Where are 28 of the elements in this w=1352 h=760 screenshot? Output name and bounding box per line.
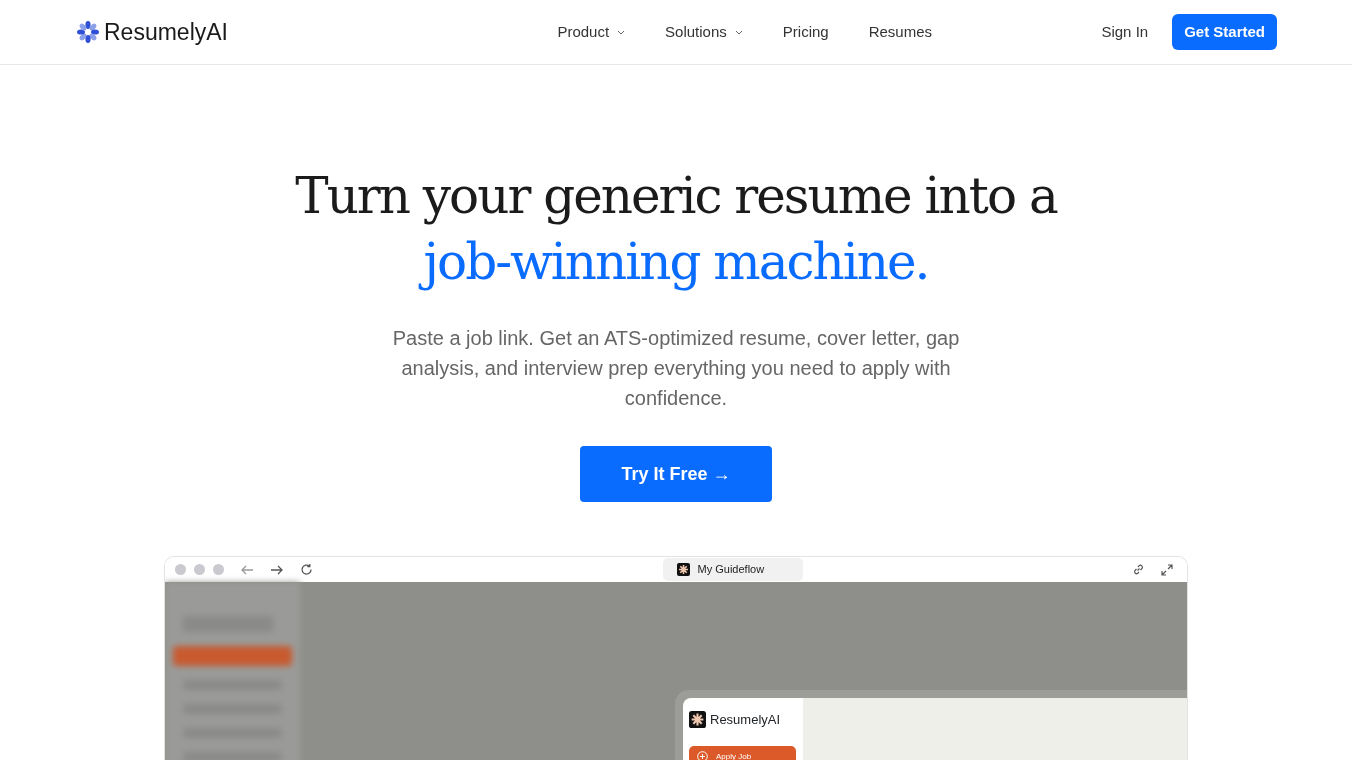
chevron-down-icon [617,29,626,35]
nav-link[interactable]: Resumes [868,20,933,44]
apply-job-button[interactable]: Apply Job [689,745,796,760]
expand-icon[interactable] [1161,563,1173,576]
flower-logo-icon [689,711,706,729]
get-started-button[interactable]: Get Started [1172,13,1277,51]
nav-link[interactable]: Product [557,20,626,44]
brand-name[interactable]: ResumelyAI [104,14,228,50]
subtitle: Paste a job link. Get an ATS-optimized resume, cover letter, gap analysis, and interview prep everything you need to apply with confidence. [391,326,961,411]
window-dot[interactable] [194,564,205,575]
nav-link[interactable]: Pricing [782,20,829,44]
window-dot[interactable] [213,564,224,575]
sign-in-link[interactable]: Sign In [1101,20,1149,44]
window-dot[interactable] [175,564,186,575]
flower-logo-icon [76,20,100,44]
flower-logo-icon [676,563,690,576]
tab-title: My Guideflow [697,562,765,578]
try-free-button[interactable]: Try It Free → [580,446,772,502]
chevron-down-icon [734,29,743,35]
nav-link[interactable]: Solutions [665,20,743,44]
app-name: ResumelyAI [710,711,781,729]
plus-circle-icon [697,751,708,760]
back-arrow-icon[interactable] [240,563,254,576]
link-icon[interactable] [1132,563,1145,576]
headline: job-winning machine. [419,229,933,295]
reload-icon[interactable] [300,563,313,576]
forward-arrow-icon[interactable] [270,563,284,576]
headline: Turn your generic resume into a [294,166,1059,227]
